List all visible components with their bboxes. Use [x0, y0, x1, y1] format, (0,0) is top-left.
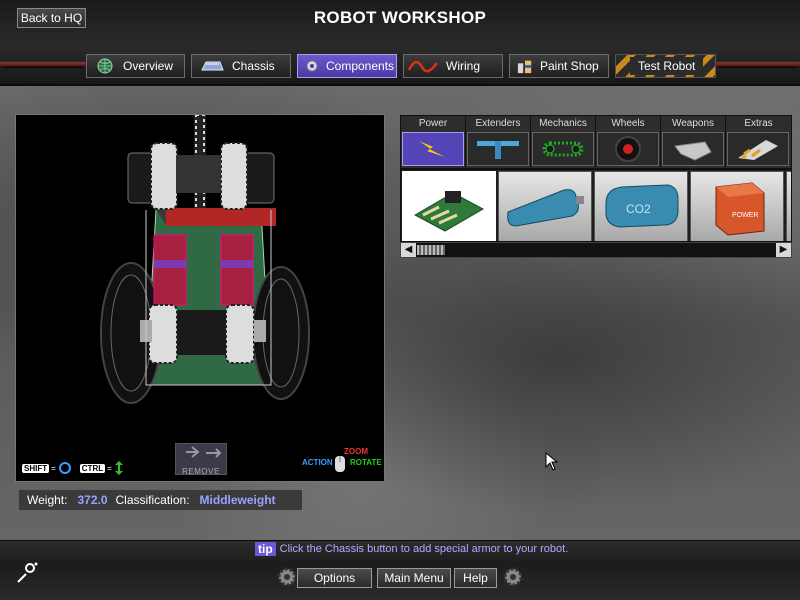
gear-right-icon	[503, 567, 523, 587]
category-weapons-label: Weapons	[671, 118, 715, 129]
action-label: ACTION	[302, 458, 333, 467]
category-power[interactable]: Power	[401, 116, 466, 168]
tab-overview-label: Overview	[123, 59, 174, 73]
part-power-battery[interactable]: POWER	[690, 171, 784, 241]
scroll-right-arrow[interactable]: ▶	[776, 243, 791, 257]
category-wheels[interactable]: Wheels	[596, 116, 661, 168]
part-next-preview[interactable]	[786, 171, 791, 241]
mouse-cursor-icon	[545, 452, 559, 471]
logo-icon	[17, 562, 38, 583]
main-menu-button[interactable]: Main Menu	[377, 568, 451, 588]
mouse-controls-legend: ZOOM ACTION ROTATE	[302, 447, 382, 477]
category-mechanics[interactable]: Mechanics	[531, 116, 596, 168]
up-down-arrow-icon	[114, 461, 123, 475]
blade-icon	[674, 141, 712, 161]
weight-label: Weight:	[27, 493, 68, 507]
tab-chassis-label: Chassis	[232, 59, 275, 73]
tab-components[interactable]: Components	[297, 54, 397, 78]
tip-box: tip Click the Chassis button to add spec…	[255, 542, 568, 556]
chassis-icon	[201, 61, 224, 71]
nitrogen-tank-icon	[507, 188, 584, 227]
tab-overview[interactable]: Overview	[86, 54, 185, 78]
options-button[interactable]: Options	[297, 568, 372, 588]
help-button[interactable]: Help	[454, 568, 497, 588]
category-extras[interactable]: Extras	[726, 116, 791, 168]
tab-test-robot[interactable]: Test Robot	[615, 54, 716, 78]
scroll-thumb[interactable]	[417, 245, 445, 255]
tip-tag: tip	[255, 542, 276, 556]
co2-tank-icon: CO2	[605, 183, 679, 228]
circuit-board-icon	[413, 190, 485, 232]
power-battery-icon: POWER	[715, 181, 765, 236]
ctrl-key: CTRL	[79, 463, 106, 473]
co2-text: CO2	[626, 202, 651, 216]
tab-wiring[interactable]: Wiring	[403, 54, 503, 78]
cable-right	[716, 60, 800, 68]
category-extras-label: Extras	[744, 118, 773, 129]
equals-sign-2: =	[107, 463, 112, 473]
part-circuit-board[interactable]	[402, 171, 496, 241]
remove-button[interactable]: REMOVE	[175, 443, 227, 476]
robot-model	[100, 114, 310, 404]
category-weapons[interactable]: Weapons	[661, 116, 726, 168]
tip-text: Click the Chassis button to add special …	[279, 543, 569, 555]
remove-icon	[186, 446, 222, 458]
category-wheels-label: Wheels	[611, 118, 645, 129]
parts-carousel: CO2 POWER	[400, 169, 792, 242]
cable-left	[0, 60, 86, 68]
shift-key: SHIFT	[22, 463, 50, 473]
paint-cans-icon	[517, 60, 532, 74]
category-power-label: Power	[418, 118, 448, 129]
category-mechanics-label: Mechanics	[539, 118, 587, 129]
extender-icon	[477, 141, 519, 159]
category-extenders[interactable]: Extenders	[466, 116, 531, 168]
wire-icon	[408, 60, 438, 73]
battery-text: POWER	[732, 212, 758, 219]
weight-value: 372.0	[77, 493, 108, 507]
component-category-tabs: Power Extenders Mechanics Wheels Weapons…	[400, 115, 792, 169]
top-header: Back to HQ ROBOT WORKSHOP Overview Chass…	[0, 0, 800, 86]
wheel-icon	[615, 136, 641, 162]
rotate-label: ROTATE	[350, 458, 382, 467]
tab-test-robot-label: Test Robot	[630, 57, 704, 75]
classification-label: Classification:	[115, 493, 190, 507]
robot-stats-bar: Weight: 372.0 Classification: Middleweig…	[19, 490, 302, 510]
tab-chassis[interactable]: Chassis	[191, 54, 291, 78]
category-extenders-label: Extenders	[475, 118, 521, 129]
equals-sign: =	[51, 463, 56, 473]
shift-rotate-hint: SHIFT = CTRL =	[22, 461, 124, 475]
tab-paint-shop-label: Paint Shop	[540, 59, 599, 73]
page-title: ROBOT WORKSHOP	[313, 8, 487, 27]
robot-3d-viewport[interactable]: SHIFT = CTRL = REMOVE ZOOM ACTION ROTATE	[15, 114, 385, 482]
part-nitrogen-tank[interactable]	[498, 171, 592, 241]
chain-icon	[542, 141, 584, 157]
globe-icon	[97, 58, 113, 74]
classification-value: Middleweight	[199, 493, 276, 507]
zoom-label: ZOOM	[344, 447, 368, 456]
mouse-icon	[335, 456, 345, 472]
tab-wiring-label: Wiring	[446, 59, 481, 73]
gear-icon	[306, 60, 318, 72]
parts-scrollbar[interactable]: ◀ ▶	[400, 242, 792, 258]
rotate-icon	[58, 462, 71, 474]
lightning-icon	[419, 141, 445, 157]
tab-components-label: Components	[326, 59, 395, 73]
gear-left-icon	[277, 567, 297, 587]
tab-paint-shop[interactable]: Paint Shop	[509, 54, 609, 78]
remove-label: REMOVE	[182, 467, 220, 476]
scroll-left-arrow[interactable]: ◀	[401, 243, 416, 257]
hazard-wedge-icon	[738, 140, 778, 160]
part-co2-tank[interactable]: CO2	[594, 171, 688, 241]
